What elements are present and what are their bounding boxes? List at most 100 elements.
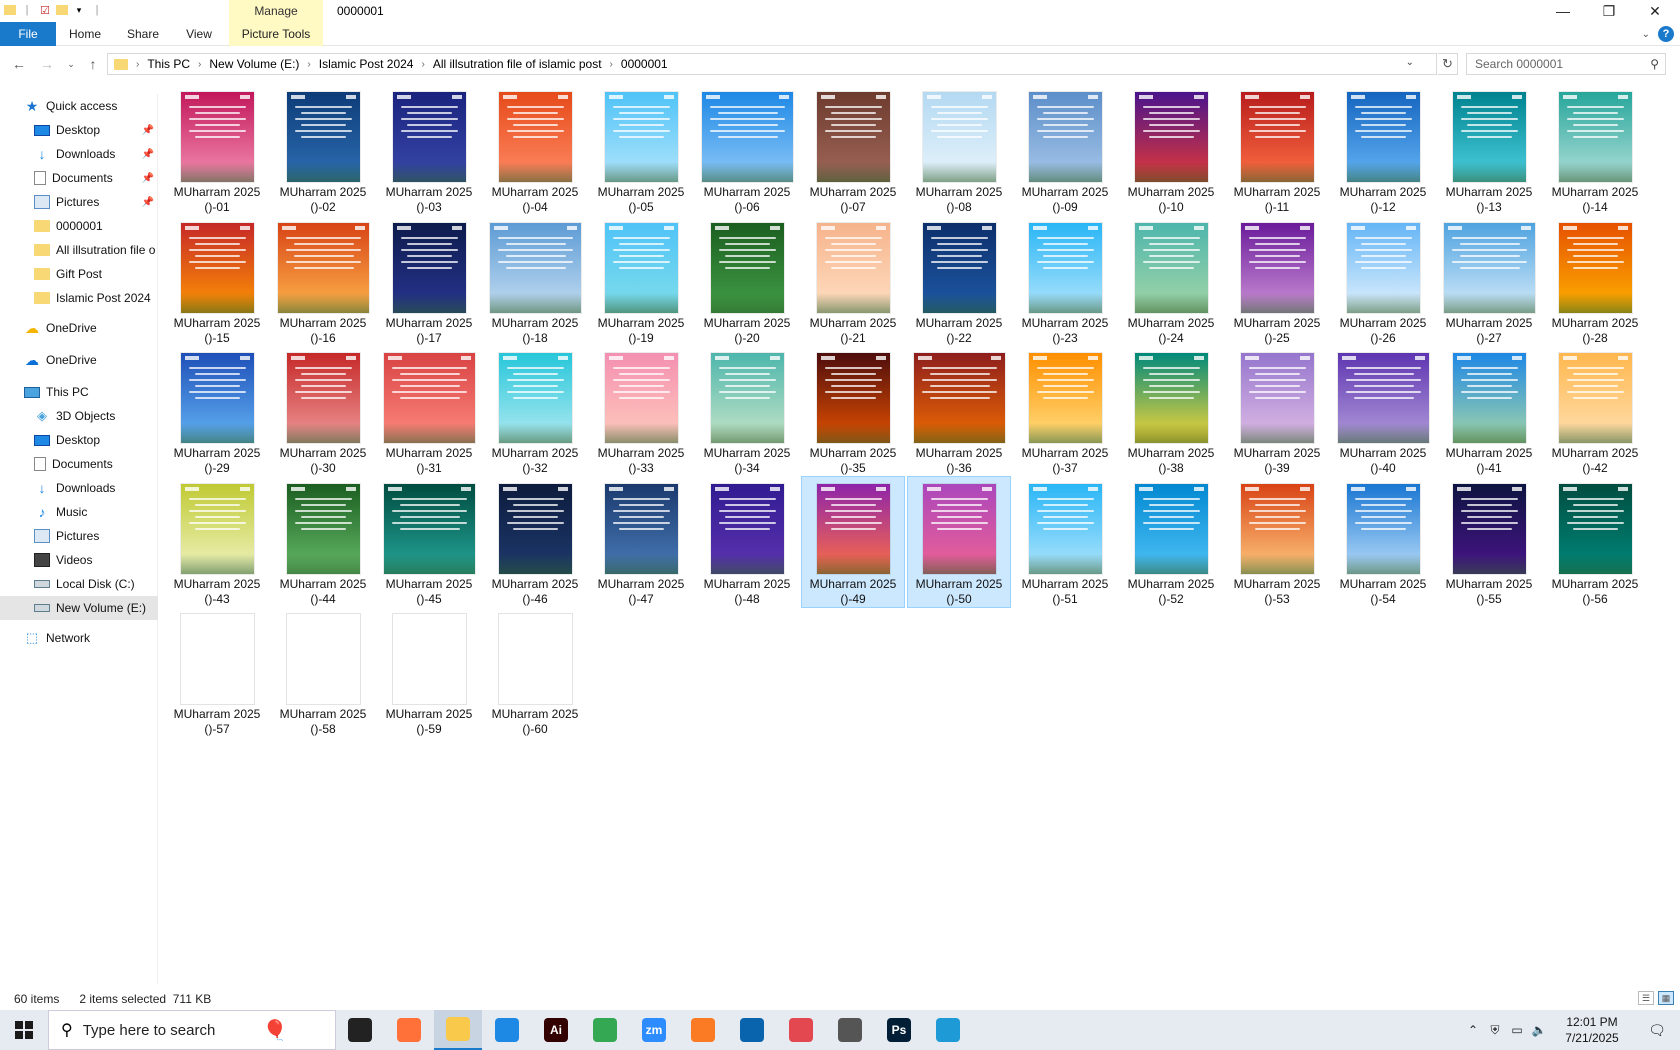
sidebar-item-downloads[interactable]: ↓ Downloads 📌 — [0, 142, 158, 166]
file-item[interactable]: MUharram 2025 ()-48 — [695, 476, 799, 608]
file-item[interactable]: MUharram 2025 ()-41 — [1437, 345, 1541, 477]
taskbar-search[interactable]: ⚲ 🎈 — [48, 1010, 336, 1050]
file-item[interactable]: MUharram 2025 ()-52 — [1119, 476, 1223, 608]
file-item[interactable]: MUharram 2025 ()-09 — [1013, 84, 1117, 216]
sidebar-item-pictures[interactable]: Pictures 📌 — [0, 190, 158, 214]
taskbar-app-xampp[interactable] — [679, 1010, 727, 1050]
file-item[interactable]: MUharram 2025 ()-35 — [801, 345, 905, 477]
file-item[interactable]: MUharram 2025 ()-26 — [1331, 215, 1435, 347]
file-item[interactable]: MUharram 2025 ()-53 — [1225, 476, 1329, 608]
file-item[interactable]: MUharram 2025 ()-45 — [377, 476, 481, 608]
breadcrumb-new-volume[interactable]: New Volume (E:) — [209, 57, 299, 71]
sidebar-item-local-disk[interactable]: Local Disk (C:) — [0, 572, 158, 596]
file-item[interactable]: MUharram 2025 ()-33 — [589, 345, 693, 477]
file-item[interactable]: MUharram 2025 ()-40 — [1331, 345, 1435, 477]
sidebar-item-pictures-pc[interactable]: Pictures — [0, 524, 158, 548]
file-item[interactable]: MUharram 2025 ()-57 — [165, 606, 269, 738]
file-item[interactable]: MUharram 2025 ()-05 — [589, 84, 693, 216]
file-item[interactable]: MUharram 2025 ()-32 — [483, 345, 587, 477]
taskbar-app-zoom[interactable]: zm — [630, 1010, 678, 1050]
file-item[interactable]: MUharram 2025 ()-46 — [483, 476, 587, 608]
sidebar-item-onedrive[interactable]: ☁ OneDrive — [0, 348, 158, 372]
new-folder-icon[interactable] — [56, 5, 68, 15]
file-item[interactable]: MUharram 2025 ()-27 — [1437, 215, 1541, 347]
sidebar-item-documents-pc[interactable]: Documents — [0, 452, 158, 476]
start-button[interactable] — [0, 1010, 48, 1050]
file-item[interactable]: MUharram 2025 ()-34 — [695, 345, 799, 477]
sidebar-item-islamic-post[interactable]: Islamic Post 2024 — [0, 286, 158, 310]
taskbar-app-illustrator[interactable]: Ai — [532, 1010, 580, 1050]
clock[interactable]: 12:01 PM 7/21/2025 — [1550, 1014, 1634, 1046]
breadcrumb-islamic-post[interactable]: Islamic Post 2024 — [319, 57, 414, 71]
restore-button[interactable]: ❐ — [1586, 0, 1632, 22]
sidebar-item-onedrive-personal[interactable]: ☁ OneDrive — [0, 316, 158, 340]
tab-picture-tools[interactable]: Picture Tools — [229, 22, 323, 46]
help-icon[interactable]: ? — [1658, 26, 1674, 42]
file-item[interactable]: MUharram 2025 ()-16 — [271, 215, 375, 347]
expand-ribbon-icon[interactable]: ⌄ — [1642, 29, 1650, 40]
sidebar-item-illustration-files[interactable]: All illsutration file o — [0, 238, 158, 262]
address-bar[interactable]: › This PC › New Volume (E:) › Islamic Po… — [107, 53, 1437, 75]
security-icon[interactable]: ⛨ — [1484, 1010, 1506, 1050]
breadcrumb-current-folder[interactable]: 0000001 — [621, 57, 668, 71]
taskbar-app-task-view[interactable] — [336, 1010, 384, 1050]
taskbar-app-app-hex[interactable] — [924, 1010, 972, 1050]
taskbar-app-firefox[interactable] — [385, 1010, 433, 1050]
address-dropdown-icon[interactable]: ⌄ — [1406, 57, 1414, 68]
file-item[interactable]: MUharram 2025 ()-21 — [801, 215, 905, 347]
file-item[interactable]: MUharram 2025 ()-31 — [377, 345, 481, 477]
chevron-right-icon[interactable]: › — [307, 59, 310, 70]
taskbar-app-vscode[interactable] — [483, 1010, 531, 1050]
notifications-icon[interactable]: 🗨 — [1634, 1010, 1680, 1050]
file-item[interactable]: MUharram 2025 ()-44 — [271, 476, 375, 608]
file-item[interactable]: MUharram 2025 ()-20 — [695, 215, 799, 347]
file-item[interactable]: MUharram 2025 ()-08 — [907, 84, 1011, 216]
file-item[interactable]: MUharram 2025 ()-38 — [1119, 345, 1223, 477]
file-item[interactable]: MUharram 2025 ()-17 — [377, 215, 481, 347]
tab-home[interactable]: Home — [60, 22, 110, 46]
file-item[interactable]: MUharram 2025 ()-36 — [907, 345, 1011, 477]
sidebar-item-quick-access[interactable]: ★ Quick access — [0, 94, 158, 118]
chevron-right-icon[interactable]: › — [421, 59, 424, 70]
file-item[interactable]: MUharram 2025 ()-56 — [1543, 476, 1647, 608]
customize-toolbar-icon[interactable]: ▾ — [72, 3, 86, 17]
file-item[interactable]: MUharram 2025 ()-04 — [483, 84, 587, 216]
file-item[interactable]: MUharram 2025 ()-10 — [1119, 84, 1223, 216]
file-item[interactable]: MUharram 2025 ()-22 — [907, 215, 1011, 347]
file-item[interactable]: MUharram 2025 ()-54 — [1331, 476, 1435, 608]
file-item[interactable]: MUharram 2025 ()-60 — [483, 606, 587, 738]
sidebar-item-documents[interactable]: Documents 📌 — [0, 166, 158, 190]
file-item[interactable]: MUharram 2025 ()-43 — [165, 476, 269, 608]
search-box[interactable]: ⚲ — [1466, 53, 1666, 75]
file-item[interactable]: MUharram 2025 ()-15 — [165, 215, 269, 347]
recent-locations-button[interactable]: ⌄ — [62, 55, 80, 73]
file-item[interactable]: MUharram 2025 ()-25 — [1225, 215, 1329, 347]
back-button[interactable]: ← — [10, 55, 28, 73]
sidebar-item-music[interactable]: ♪ Music — [0, 500, 158, 524]
large-icons-view-icon[interactable]: ▦ — [1658, 991, 1674, 1005]
search-input[interactable] — [1475, 57, 1635, 71]
minimize-button[interactable]: — — [1540, 0, 1586, 22]
sidebar-item-desktop-pc[interactable]: Desktop — [0, 428, 158, 452]
sidebar-item-0000001[interactable]: 0000001 — [0, 214, 158, 238]
file-item[interactable]: MUharram 2025 ()-03 — [377, 84, 481, 216]
details-view-icon[interactable]: ☰ — [1638, 991, 1654, 1005]
file-item[interactable]: MUharram 2025 ()-07 — [801, 84, 905, 216]
properties-icon[interactable]: ☑ — [38, 3, 52, 17]
file-item[interactable]: MUharram 2025 ()-23 — [1013, 215, 1117, 347]
sidebar-item-this-pc[interactable]: This PC — [0, 380, 158, 404]
file-item[interactable]: MUharram 2025 ()-58 — [271, 606, 375, 738]
sidebar-item-desktop[interactable]: Desktop 📌 — [0, 118, 158, 142]
sidebar-item-new-volume[interactable]: New Volume (E:) — [0, 596, 158, 620]
file-item[interactable]: MUharram 2025 ()-11 — [1225, 84, 1329, 216]
file-item[interactable]: MUharram 2025 ()-24 — [1119, 215, 1223, 347]
file-item[interactable]: MUharram 2025 ()-50 — [907, 476, 1011, 608]
file-item[interactable]: MUharram 2025 ()-18 — [483, 215, 587, 347]
chevron-right-icon[interactable]: › — [610, 59, 613, 70]
taskbar-search-input[interactable] — [82, 1021, 253, 1039]
taskbar-app-pen-tool[interactable] — [826, 1010, 874, 1050]
close-button[interactable]: ✕ — [1632, 0, 1678, 22]
manage-tab[interactable]: Manage — [229, 0, 323, 22]
breadcrumb-this-pc[interactable]: This PC — [147, 57, 190, 71]
file-item[interactable]: MUharram 2025 ()-02 — [271, 84, 375, 216]
